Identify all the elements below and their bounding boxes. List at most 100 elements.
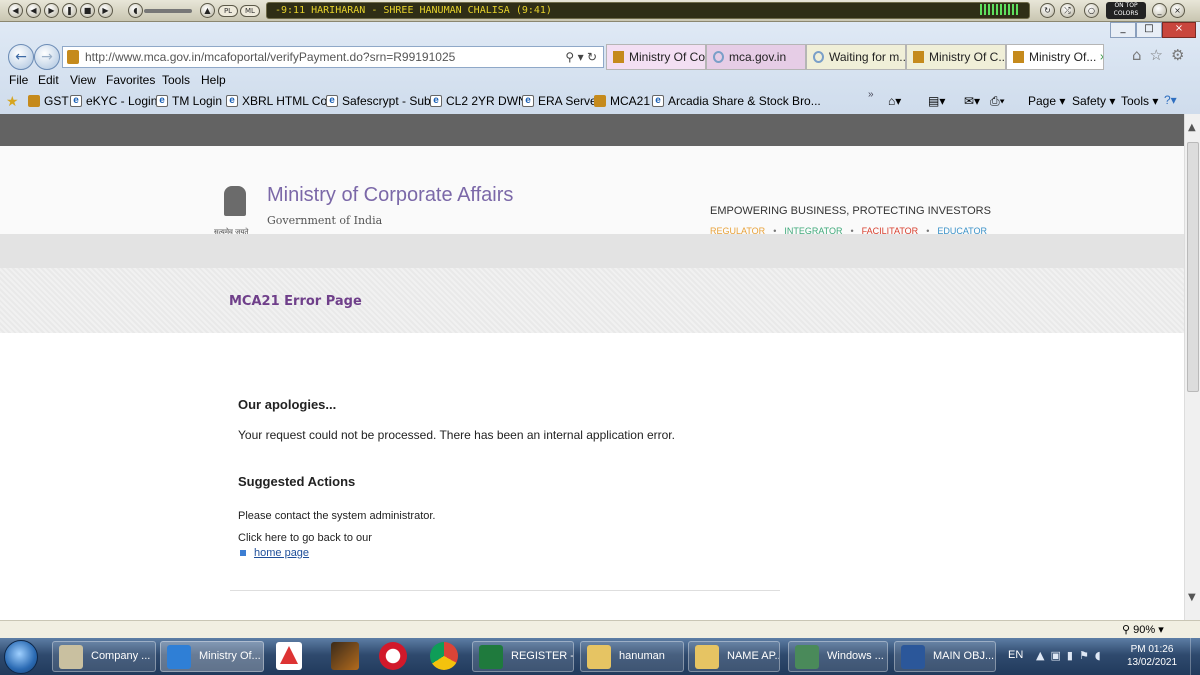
language-indicator[interactable]: EN — [1008, 649, 1023, 661]
help-icon[interactable]: ?▾ — [1164, 93, 1177, 107]
site-tagline: EMPOWERING BUSINESS, PROTECTING INVESTOR… — [710, 205, 991, 217]
favorite-link[interactable]: e Safescrypt - Subs — [326, 94, 437, 108]
dropdown-icon[interactable]: ▾ — [578, 50, 584, 64]
shuffle-icon[interactable]: ⤮ — [1060, 3, 1075, 18]
browser-tab[interactable]: mca.gov.in — [706, 44, 806, 70]
address-tools: ⚲ ▾ ↻ — [565, 47, 597, 67]
back-button[interactable]: ← — [8, 44, 34, 70]
media-library-toggle[interactable]: ML — [240, 5, 260, 17]
menu-help[interactable]: Help — [201, 73, 226, 87]
print-icon[interactable]: ⎙▾ — [990, 94, 1005, 109]
next-track-icon[interactable]: ▶ — [98, 3, 113, 18]
favorites-star-icon[interactable]: ★ — [6, 93, 19, 110]
forward-button[interactable]: → — [34, 44, 60, 70]
playlist-toggle[interactable]: PL — [218, 5, 238, 17]
ontop-colors-toggle[interactable]: ON TOP COLORS — [1106, 2, 1146, 19]
gear-icon[interactable]: ⚙ — [1171, 46, 1192, 64]
home-toolbar-icon[interactable]: ⌂▾ — [888, 94, 901, 108]
home-icon[interactable]: ⌂ — [1132, 46, 1150, 64]
favorite-link[interactable]: e Arcadia Share & Stock Bro... — [652, 94, 821, 108]
device-icon[interactable]: ▣ — [1050, 649, 1066, 662]
show-hidden-icon[interactable]: ▲ — [1036, 649, 1050, 662]
favorite-link[interactable]: e ERA Server — [522, 94, 601, 108]
taskbar-item[interactable]: Windows ... — [788, 641, 888, 672]
browser-tab[interactable]: Ministry Of... × — [1006, 44, 1104, 70]
volume-icon[interactable]: ◖ — [128, 3, 143, 18]
eject-icon[interactable]: ▲ — [200, 3, 215, 18]
play-icon[interactable]: ▶ — [44, 3, 59, 18]
favorite-link[interactable]: GST — [28, 94, 69, 108]
window-minimize-button[interactable]: _ — [1110, 22, 1136, 38]
window-maximize-button[interactable]: □ — [1136, 22, 1162, 38]
opera-icon[interactable] — [379, 642, 407, 670]
menu-edit[interactable]: Edit — [38, 73, 59, 87]
favorite-link[interactable]: e TM Login — [156, 94, 222, 108]
site-favicon-icon — [67, 50, 79, 64]
favorite-link[interactable]: MCA21 — [594, 94, 650, 108]
minimize-icon[interactable]: _ — [1152, 3, 1167, 18]
home-page-link[interactable]: home page — [254, 547, 309, 559]
flag-icon[interactable]: ⚑ — [1079, 649, 1095, 662]
taskbar-item[interactable]: Ministry Of... — [160, 641, 264, 672]
browser-tab[interactable]: Ministry Of Co... — [606, 44, 706, 70]
zoom-control[interactable]: ⚲ 90% ▾ — [1122, 623, 1164, 636]
favorite-link[interactable]: e CL2 2YR DWN — [430, 94, 527, 108]
window-close-button[interactable]: × — [1162, 22, 1196, 38]
menu-file[interactable]: File — [9, 73, 28, 87]
site-title[interactable]: Ministry of Corporate Affairs — [267, 184, 513, 207]
browser-tab[interactable]: Ministry Of C... — [906, 44, 1006, 70]
pause-icon[interactable]: ❚ — [62, 3, 77, 18]
mail-icon[interactable]: ✉▾ — [964, 94, 980, 108]
network-icon[interactable]: ▮ — [1067, 649, 1079, 662]
winamp-player-bar: ◀ ◀ ▶ ❚ ■ ▶ ◖ ▲ PL ML -9:11 HARIHARAN - … — [0, 0, 1200, 22]
taskbar-app-icon — [479, 645, 503, 669]
taskbar-item[interactable]: hanuman — [580, 641, 684, 672]
previous-track-icon[interactable]: ◀ — [8, 3, 23, 18]
ie-page-icon: e — [430, 95, 442, 107]
scrollbar-thumb[interactable] — [1187, 142, 1199, 392]
search-icon[interactable]: ⚲ — [565, 50, 574, 64]
address-bar[interactable]: http://www.mca.gov.in/mcafoportal/verify… — [62, 46, 604, 68]
scroll-up-icon[interactable]: ▲ — [1188, 122, 1196, 133]
status-bar: ⚲ 90% ▾ — [0, 620, 1200, 638]
more-icon[interactable]: » — [868, 89, 874, 100]
tools-menu[interactable]: Tools ▾ — [1121, 94, 1158, 108]
close-icon[interactable]: × — [1170, 3, 1185, 18]
refresh-icon[interactable]: ↻ — [587, 50, 597, 64]
menu-bar: File Edit View Favorites Tools Help — [0, 70, 1200, 90]
show-desktop-button[interactable] — [1190, 638, 1200, 675]
feeds-icon[interactable]: ▤▾ — [928, 94, 945, 108]
chrome-icon[interactable] — [430, 642, 458, 670]
menu-tools[interactable]: Tools — [162, 73, 190, 87]
volume-slider[interactable] — [144, 9, 192, 13]
scroll-down-icon[interactable]: ▼ — [1188, 592, 1196, 603]
repeat-icon[interactable]: ↻ — [1040, 3, 1055, 18]
settings-icon[interactable]: ○ — [1084, 3, 1099, 18]
favorites-star-icon[interactable]: ☆ — [1150, 46, 1171, 64]
clock[interactable]: PM 01:26 13/02/2021 — [1122, 643, 1182, 669]
ie-page-icon: e — [70, 95, 82, 107]
taskbar-item[interactable]: MAIN OBJ... — [894, 641, 996, 672]
speaker-icon[interactable]: ◖ — [1095, 649, 1107, 662]
start-button[interactable] — [4, 640, 38, 674]
page-menu[interactable]: Page ▾ — [1028, 94, 1065, 108]
ie-page-icon: e — [156, 95, 168, 107]
taskbar-item[interactable]: Company ... — [52, 641, 156, 672]
rewind-icon[interactable]: ◀ — [26, 3, 41, 18]
tool-app-icon[interactable] — [331, 642, 359, 670]
menu-view[interactable]: View — [70, 73, 96, 87]
favorite-link[interactable]: e XBRL HTML Cov — [226, 94, 333, 108]
favorite-link[interactable]: e eKYC - Login — [70, 94, 157, 108]
window-controls: _ □ × — [1110, 22, 1196, 39]
browser-tab[interactable]: Waiting for m... — [806, 44, 906, 70]
vertical-scrollbar[interactable]: ▲ ▼ — [1184, 114, 1200, 620]
taskbar-item[interactable]: NAME AP... — [688, 641, 780, 672]
tab-favicon-icon — [913, 51, 924, 63]
track-display[interactable]: -9:11 HARIHARAN - SHREE HANUMAN CHALISA … — [266, 2, 1030, 19]
tab-close-icon[interactable]: × — [1096, 50, 1103, 64]
menu-favorites[interactable]: Favorites — [106, 73, 155, 87]
stop-icon[interactable]: ■ — [80, 3, 95, 18]
pdf-reader-icon[interactable] — [276, 642, 302, 670]
safety-menu[interactable]: Safety ▾ — [1072, 94, 1115, 108]
taskbar-item[interactable]: REGISTER - ... — [472, 641, 574, 672]
